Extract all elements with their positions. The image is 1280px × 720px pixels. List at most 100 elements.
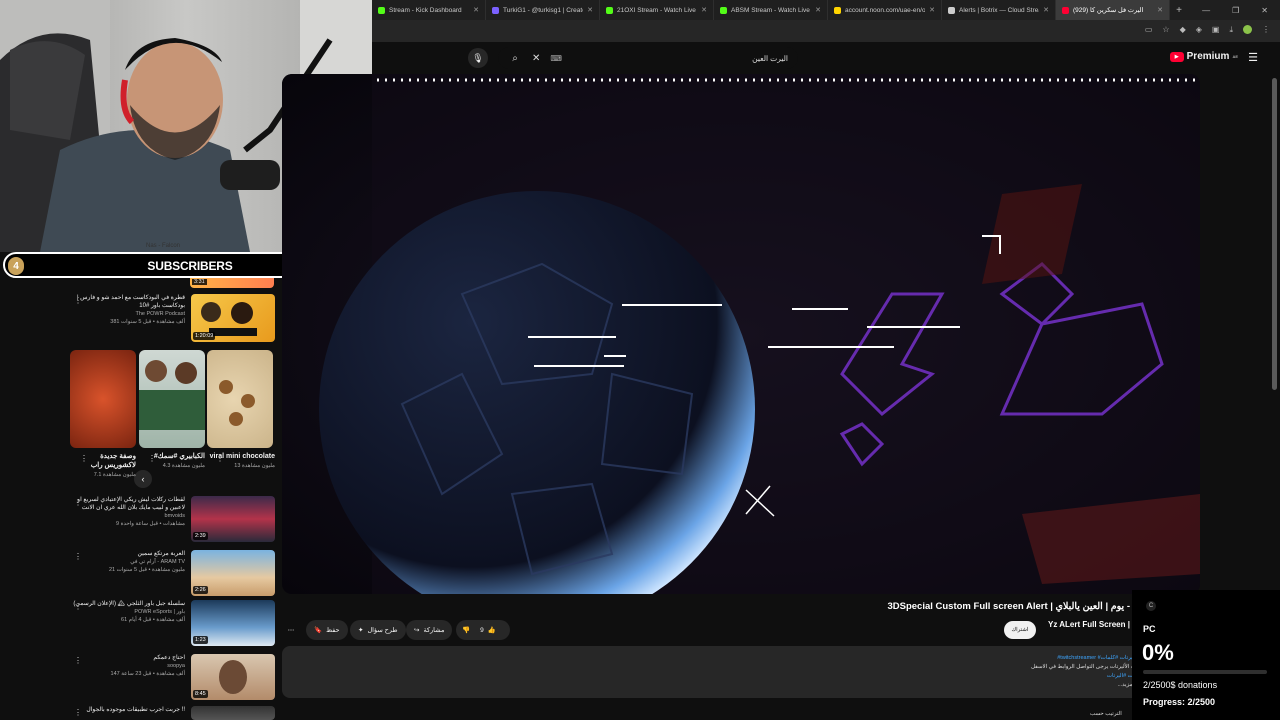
dislike-icon[interactable]: 👎 <box>462 626 470 634</box>
channel-name[interactable]: Yz ALert Full Screen | ك <box>1048 620 1139 629</box>
shorts-previous-button[interactable]: ‹ <box>134 470 152 488</box>
browser-tab[interactable]: account.noon.com/uae-en/or ✕ <box>828 0 942 20</box>
video-views: 21 مليون مشاهدة • قبل 5 سنوات <box>108 567 185 573</box>
video-title[interactable]: جربت اجرب تطبيقات موجوده بالجوال !! <box>67 706 185 714</box>
tab-close-icon[interactable]: ✕ <box>587 6 593 14</box>
hamburger-menu-icon[interactable]: ☰ <box>1248 51 1258 64</box>
video-duration: 1:23 <box>193 636 208 644</box>
video-meta: لقطات ركلات ليش ريكي الإعتيادي لسريع او … <box>67 496 185 528</box>
more-options-icon[interactable]: ⋮ <box>74 602 82 611</box>
tab-close-icon[interactable]: ✕ <box>1157 6 1163 14</box>
channel-name[interactable]: soopya <box>67 662 185 670</box>
video-title[interactable]: لقطات ركلات ليش ريكي الإعتيادي لسريع او … <box>67 496 185 512</box>
more-options-icon[interactable]: ⋮ <box>148 454 156 463</box>
browser-tab[interactable]: Alerts | Botrix — Cloud Strea ✕ <box>942 0 1056 20</box>
channel-name[interactable]: bmvoids <box>67 512 185 520</box>
tab-label: (929) اليرت فل سكرين كا <box>1073 7 1144 14</box>
page-scrollbar[interactable] <box>1272 78 1277 390</box>
partial-thumbnail[interactable]: 3:31 <box>190 278 274 288</box>
video-title[interactable]: العربة مرتكع سمين <box>67 550 186 558</box>
new-tab-button[interactable]: + <box>1170 5 1188 16</box>
browser-tab[interactable]: Stream - Kick Dashboard ✕ <box>372 0 486 20</box>
video-title[interactable]: سلسلة جبل باور الثلجي 🏔 (الإعلان الرسمي) <box>67 600 185 608</box>
keyboard-icon[interactable]: ⌨ <box>550 54 562 63</box>
save-button[interactable]: 🔖 حفظ <box>306 620 348 640</box>
video-duration: 2:39 <box>193 532 208 540</box>
profile-avatar[interactable] <box>1243 25 1252 34</box>
subscribe-button[interactable]: اشتراك <box>1004 621 1036 639</box>
donation-platform: PC <box>1143 624 1156 634</box>
like-icon[interactable]: 👍 <box>488 626 496 634</box>
browser-tab[interactable]: TurkiG1 - @turkisg1 | Creato ✕ <box>486 0 600 20</box>
video-thumbnail[interactable] <box>191 706 275 720</box>
more-actions-button[interactable]: ⋯ <box>282 620 300 640</box>
video-duration: 2:26 <box>193 586 208 594</box>
more-options-icon[interactable]: ⋮ <box>216 454 224 463</box>
clear-search-icon[interactable]: ✕ <box>532 53 540 64</box>
more-options-icon[interactable]: ⋮ <box>74 552 82 561</box>
related-video[interactable]: 2:39 لقطات ركلات ليش ريكي الإعتيادي لسري… <box>70 496 275 542</box>
tab-close-icon[interactable]: ✕ <box>473 6 479 14</box>
video-thumbnail[interactable]: 1:23 <box>191 600 275 646</box>
tab-close-icon[interactable]: ✕ <box>701 6 707 14</box>
comments-sort-button[interactable]: الترتيب حسب <box>1090 711 1122 717</box>
video-player[interactable] <box>282 74 1200 594</box>
description-line: ب الأليرتات يرجى التواصل الروابط في الاس… <box>1031 664 1136 670</box>
tab-close-icon[interactable]: ✕ <box>1043 6 1049 14</box>
voice-search-button[interactable]: 🎙 <box>468 48 488 68</box>
channel-name[interactable]: آرام تي في - ARAM TV <box>67 558 185 566</box>
related-video[interactable]: 1:20:09 قطرة في البودكاست مع احمد شو و ف… <box>70 294 275 342</box>
short-thumbnail[interactable] <box>70 350 136 448</box>
maximize-icon[interactable]: ❐ <box>1232 6 1239 15</box>
short-thumbnail[interactable] <box>207 350 273 448</box>
video-thumbnail[interactable]: 1:20:09 <box>191 294 275 342</box>
more-options-icon[interactable]: ⋮ <box>74 656 82 665</box>
more-options-icon[interactable]: ⋮ <box>74 498 82 507</box>
tab-label: TurkiG1 - @turkisg1 | Creato <box>503 6 584 14</box>
ask-button[interactable]: ✦ طرح سؤال <box>350 620 406 640</box>
description-box[interactable]: #twitchstreamer #اليرتات #كلمات ب الألير… <box>282 646 1142 698</box>
related-video[interactable]: 2:26 العربة مرتكع سمين آرام تي في - ARAM… <box>70 550 275 596</box>
channel-name[interactable]: The POWR Podcast <box>67 310 185 318</box>
video-title[interactable]: احتاج دعمكم <box>67 654 185 662</box>
tab-close-icon[interactable]: ✕ <box>929 6 935 14</box>
menu-icon[interactable]: ⋮ <box>1262 25 1270 35</box>
video-thumbnail[interactable]: 8:45 <box>191 654 275 700</box>
search-icon[interactable]: ⌕ <box>508 51 522 65</box>
share-button[interactable]: ↪ مشاركة <box>406 620 453 640</box>
related-video[interactable]: جربت اجرب تطبيقات موجوده بالجوال !! ⋮ <box>70 706 275 720</box>
tab-favicon-icon <box>492 6 499 14</box>
tab-label: Stream - Kick Dashboard <box>389 6 462 14</box>
youtube-premium-logo[interactable]: ▶ Premium AE <box>1169 51 1238 62</box>
show-more-link[interactable]: ...المزيد <box>836 681 1136 690</box>
video-thumbnail[interactable]: 2:39 <box>191 496 275 542</box>
video-title[interactable]: قطرة في البودكاست مع احمد شو و فارس | بو… <box>67 294 185 310</box>
extension-icon[interactable]: ◆ <box>1180 25 1186 35</box>
bookmark-star-icon[interactable]: ☆ <box>1162 25 1169 35</box>
browser-tab[interactable]: 21OXI Stream - Watch Live or ✕ <box>600 0 714 20</box>
more-options-icon[interactable]: ⋮ <box>74 296 82 305</box>
related-video[interactable]: 8:45 احتاج دعمكم soopya 147 ألف مشاهدة •… <box>70 654 275 700</box>
more-options-icon[interactable]: ⋮ <box>74 708 82 717</box>
search-box[interactable]: ⌕ ✕ ⌨ اليرت العين <box>498 47 798 69</box>
more-options-icon[interactable]: ⋮ <box>80 454 88 463</box>
tab-label: ABSM Stream - Watch Live or <box>731 6 812 14</box>
browser-tab[interactable]: ABSM Stream - Watch Live or ✕ <box>714 0 828 20</box>
short-thumbnail[interactable] <box>139 350 205 448</box>
puzzle-icon[interactable]: ▣ <box>1212 25 1220 35</box>
description-hashtags[interactable]: #twitchstreamer #اليرتات #كلمات <box>836 654 1136 663</box>
related-video[interactable]: 1:23 سلسلة جبل باور الثلجي 🏔 (الإعلان ال… <box>70 600 275 646</box>
minimize-icon[interactable]: — <box>1202 6 1210 15</box>
cast-icon[interactable]: ▭ <box>1145 25 1153 35</box>
tab-favicon-icon <box>720 6 727 14</box>
search-input[interactable]: اليرت العين <box>572 54 788 63</box>
browser-tab[interactable]: (929) اليرت فل سكرين كا ✕ <box>1056 0 1170 20</box>
video-thumbnail[interactable]: 2:26 <box>191 550 275 596</box>
tab-close-icon[interactable]: ✕ <box>815 6 821 14</box>
download-icon[interactable]: ⤓ <box>1229 25 1233 35</box>
extension-icon[interactable]: ◈ <box>1196 25 1202 35</box>
video-views: 61 ألف مشاهدة • قبل 4 أيام <box>121 617 185 623</box>
description-line[interactable]: لات #اليرتات <box>836 672 1136 681</box>
channel-name[interactable]: POWR eSports | باور <box>67 608 185 616</box>
close-window-icon[interactable]: ✕ <box>1261 6 1268 15</box>
